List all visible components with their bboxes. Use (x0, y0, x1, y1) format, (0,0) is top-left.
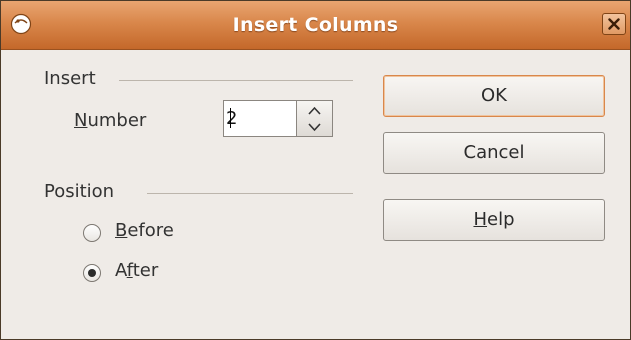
insert-group-label: Insert (44, 68, 96, 89)
close-button[interactable] (602, 13, 626, 35)
insert-columns-dialog: Insert Columns Insert Number 2 Position (0, 0, 631, 340)
number-input[interactable]: 2 (223, 100, 297, 137)
number-spinfield: 2 (223, 100, 333, 137)
radio-before-label[interactable]: Before (115, 220, 174, 241)
spin-buttons (297, 100, 333, 137)
position-group-divider (147, 193, 353, 194)
window-title: Insert Columns (232, 14, 399, 36)
help-button[interactable]: Help (383, 199, 605, 241)
cancel-button[interactable]: Cancel (383, 132, 605, 174)
radio-before[interactable] (83, 224, 101, 242)
insert-group-divider (119, 80, 353, 81)
spin-up-icon (308, 106, 321, 115)
spin-down-icon (308, 123, 321, 132)
close-icon (608, 18, 620, 30)
radio-after-label[interactable]: After (115, 260, 158, 281)
radio-after[interactable] (83, 264, 101, 282)
spin-up-button[interactable] (297, 101, 332, 119)
radio-selected-dot (88, 269, 96, 277)
title-bar[interactable]: Insert Columns (1, 1, 630, 50)
position-group-label: Position (44, 181, 115, 202)
spin-down-button[interactable] (297, 119, 332, 137)
number-label: Number (74, 110, 147, 131)
ok-button[interactable]: OK (383, 75, 605, 117)
